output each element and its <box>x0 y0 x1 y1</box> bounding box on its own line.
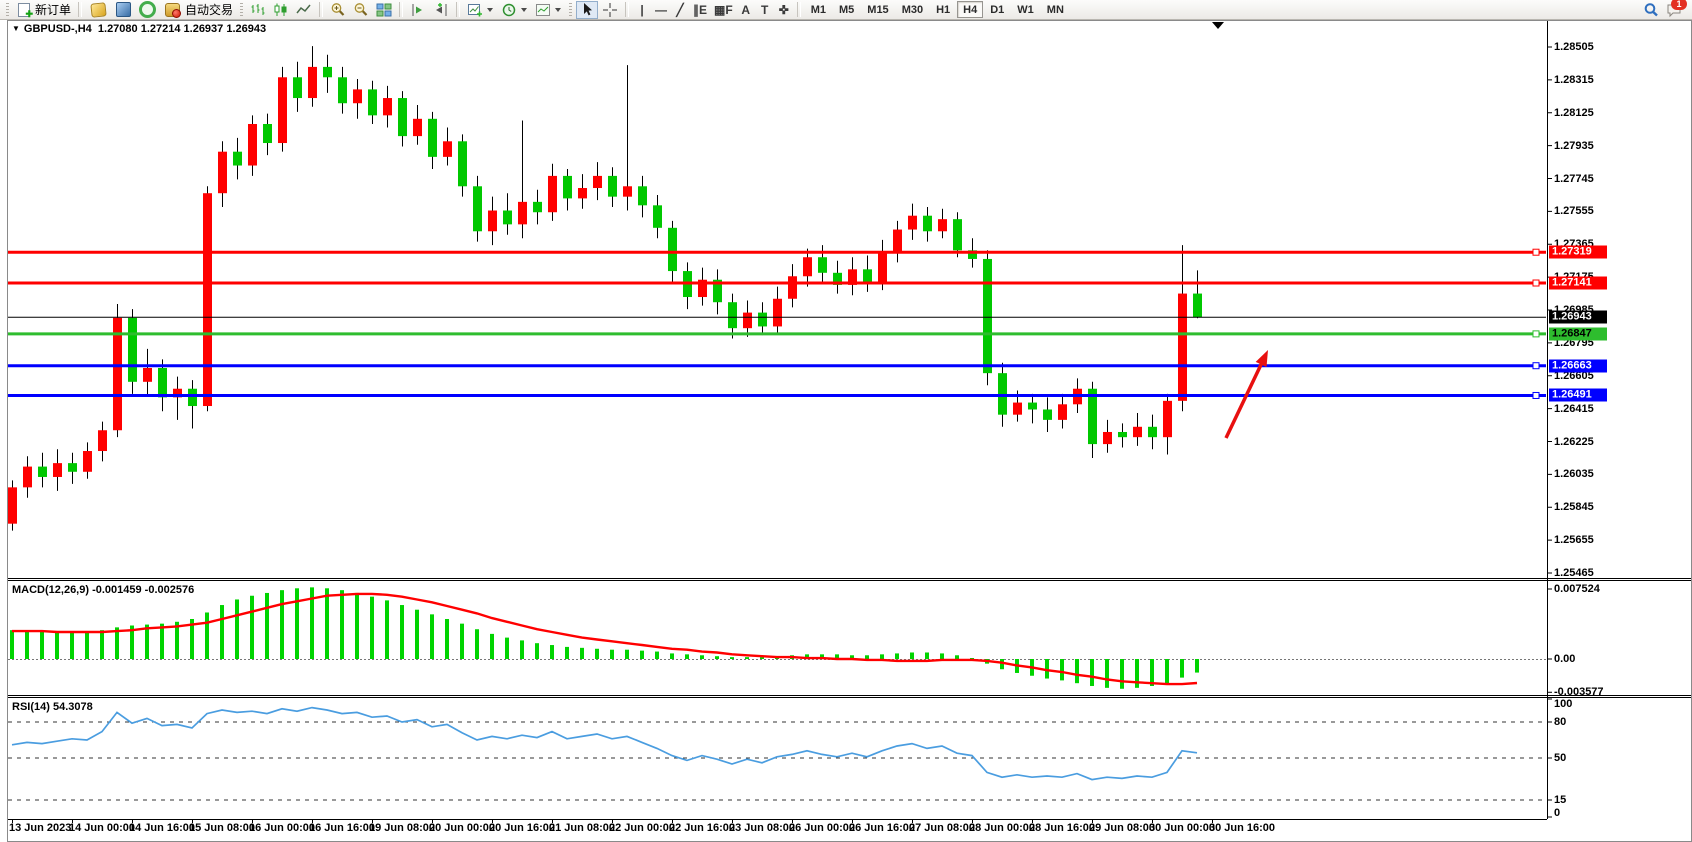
drawing-tools-group: | — ╱ ∥E ▦F AT ✜ <box>633 1 793 19</box>
auto-trading-icon <box>165 3 180 17</box>
equidistant-channel-tool-icon: ∥E <box>693 3 707 17</box>
notification-badge: 1 <box>1671 0 1687 10</box>
bar-chart-type-button[interactable] <box>247 1 269 19</box>
chevron-down-icon <box>487 8 493 15</box>
text-tool-button[interactable]: A <box>737 1 755 19</box>
timeframe-h1-button[interactable]: H1 <box>930 1 956 18</box>
zoom-in-icon <box>330 2 346 18</box>
line-chart-type-button[interactable] <box>293 1 315 19</box>
text-label-tool-button[interactable]: T <box>756 1 774 19</box>
zoom-out-button[interactable] <box>350 1 372 19</box>
time-axis[interactable] <box>7 819 1547 842</box>
timeframe-h4-button[interactable]: H4 <box>957 1 983 18</box>
crosshair-icon <box>602 2 618 18</box>
new-chart-icon <box>467 2 483 18</box>
line-chart-icon <box>296 2 312 18</box>
navigator-icon <box>139 1 156 18</box>
toolbar: 新订单 自动交易 <box>0 0 1692 20</box>
horizontal-line-tool-button[interactable]: — <box>652 1 670 19</box>
arrows-tool-button[interactable]: ✜ <box>775 1 793 19</box>
auto-trading-label: 自动交易 <box>185 1 233 18</box>
vertical-line-tool-button[interactable]: | <box>633 1 651 19</box>
text-label-tool-icon: T <box>761 3 768 17</box>
search-icon <box>1643 2 1659 18</box>
toolbar-grip[interactable] <box>569 3 572 16</box>
template-chart-icon <box>535 2 551 18</box>
timeframe-w1-button[interactable]: W1 <box>1011 1 1040 18</box>
toolbar-separator <box>319 2 323 17</box>
timeframe-m30-button[interactable]: M30 <box>896 1 929 18</box>
zoom-out-icon <box>353 2 369 18</box>
auto-scroll-button[interactable] <box>407 1 429 19</box>
charts-bar-icon <box>90 2 106 17</box>
price-axis[interactable] <box>1547 21 1692 819</box>
candlestick-chart-type-button[interactable] <box>270 1 292 19</box>
new-order-icon <box>18 3 30 17</box>
timeframes-group: M1M5M15M30H1H4D1W1MN <box>805 1 1070 18</box>
arrows-tool-icon: ✜ <box>779 3 789 17</box>
chart-surface[interactable] <box>7 21 1547 819</box>
timeframe-d1-button[interactable]: D1 <box>984 1 1010 18</box>
periods-button[interactable] <box>498 1 531 19</box>
vertical-line-tool-icon: | <box>640 3 643 17</box>
toolbar-separator <box>456 2 460 17</box>
toolbar-separator <box>797 2 801 17</box>
charts-bar-button[interactable] <box>86 1 111 19</box>
crosshair-tool-button[interactable] <box>599 1 621 19</box>
clock-icon <box>501 2 517 18</box>
auto-scroll-icon <box>410 2 426 18</box>
toolbar-separator <box>399 2 403 17</box>
tile-windows-button[interactable] <box>373 1 395 19</box>
templates-button[interactable] <box>532 1 565 19</box>
new-order-label: 新订单 <box>35 1 71 18</box>
toolbar-separator <box>78 2 82 17</box>
fibonacci-tool-icon: ▦F <box>714 3 733 17</box>
navigator-button[interactable] <box>136 1 159 19</box>
horizontal-line-tool-icon: — <box>655 3 667 17</box>
tile-windows-icon <box>376 2 392 18</box>
text-tool-icon: A <box>741 3 750 17</box>
notifications-button[interactable]: 1 <box>1663 1 1685 19</box>
equidistant-channel-tool-button[interactable]: ∥E <box>690 1 710 19</box>
chart-shift-button[interactable] <box>430 1 452 19</box>
bar-chart-icon <box>250 2 266 18</box>
timeframe-m5-button[interactable]: M5 <box>833 1 860 18</box>
trendline-tool-icon: ╱ <box>676 3 683 17</box>
search-button[interactable] <box>1640 1 1662 19</box>
new-order-button[interactable]: 新订单 <box>13 1 74 19</box>
chart-shift-icon <box>433 2 449 18</box>
market-watch-icon <box>116 2 131 17</box>
timeframe-m15-button[interactable]: M15 <box>861 1 894 18</box>
cursor-tool-button[interactable] <box>576 1 598 19</box>
toolbar-separator <box>625 2 629 17</box>
timeframe-mn-button[interactable]: MN <box>1041 1 1070 18</box>
candlestick-chart-icon <box>273 2 289 18</box>
zoom-in-button[interactable] <box>327 1 349 19</box>
auto-trading-button[interactable]: 自动交易 <box>160 1 236 19</box>
market-watch-button[interactable] <box>112 1 135 19</box>
cursor-icon <box>579 2 595 18</box>
toolbar-grip[interactable] <box>6 3 9 16</box>
chevron-down-icon <box>555 8 561 15</box>
fibonacci-tool-button[interactable]: ▦F <box>711 1 736 19</box>
timeframe-m1-button[interactable]: M1 <box>805 1 832 18</box>
chevron-down-icon <box>521 8 527 15</box>
new-chart-button[interactable] <box>464 1 497 19</box>
trendline-tool-button[interactable]: ╱ <box>671 1 689 19</box>
chat-bubble-icon: 1 <box>1666 2 1682 18</box>
toolbar-grip[interactable] <box>240 3 243 16</box>
